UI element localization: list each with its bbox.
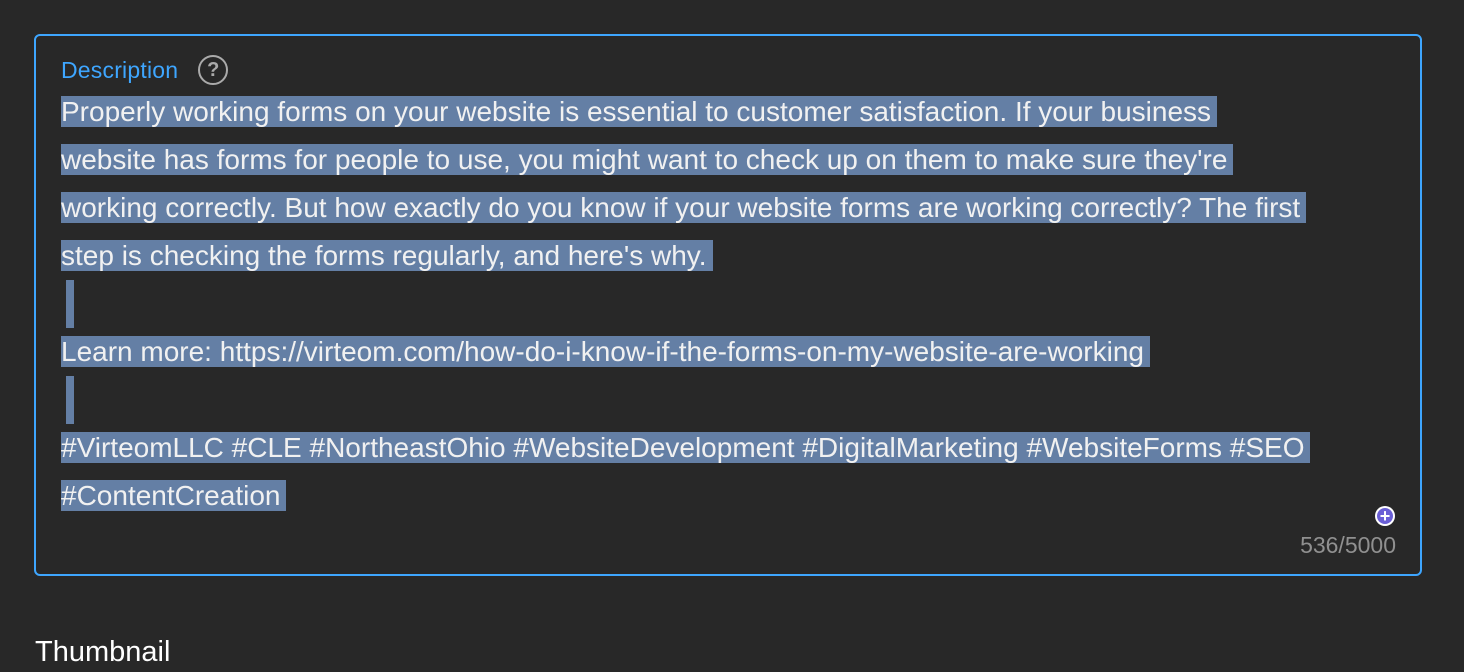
description-label: Description bbox=[61, 57, 179, 83]
description-line: website has forms for people to use, you… bbox=[61, 144, 1234, 175]
empty-line-selection bbox=[66, 280, 74, 328]
description-textarea[interactable]: Properly working forms on your website i… bbox=[61, 88, 1401, 520]
description-line: working correctly. But how exactly do yo… bbox=[61, 192, 1307, 223]
description-hashtags-line: #VirteomLLC #CLE #NortheastOhio #Website… bbox=[61, 432, 1311, 463]
description-line: Properly working forms on your website i… bbox=[61, 96, 1218, 127]
description-link-line: Learn more: https://virteom.com/how-do-i… bbox=[61, 336, 1150, 367]
character-count: 536/5000 bbox=[1300, 532, 1396, 558]
description-label-row: Description ? bbox=[61, 52, 229, 88]
description-field[interactable]: Description ? Properly working forms on … bbox=[34, 34, 1422, 576]
empty-line-selection bbox=[66, 376, 74, 424]
description-line: step is checking the forms regularly, an… bbox=[61, 240, 713, 271]
question-mark-circle-icon[interactable]: ? bbox=[198, 55, 229, 85]
description-hashtags-line: #ContentCreation bbox=[61, 480, 287, 511]
thumbnail-heading: Thumbnail bbox=[35, 636, 171, 668]
add-emoji-icon[interactable] bbox=[1375, 506, 1395, 526]
